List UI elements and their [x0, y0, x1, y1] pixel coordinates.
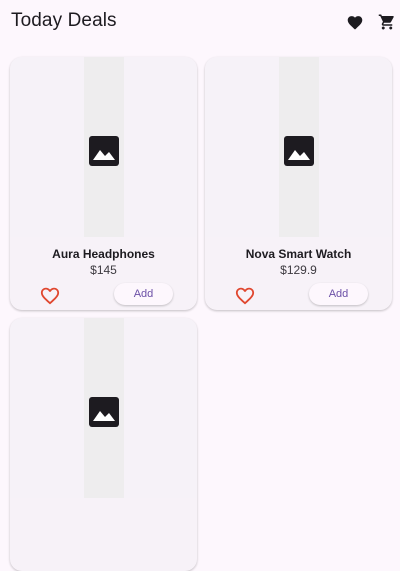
heart-outline-icon[interactable]: [234, 285, 256, 305]
page-title: Today Deals: [11, 10, 117, 31]
cart-button[interactable]: [375, 10, 399, 34]
product-card[interactable]: [10, 318, 197, 571]
product-name: Nova Smart Watch: [245, 247, 352, 261]
heart-outline-icon[interactable]: [39, 285, 61, 305]
product-image: [10, 57, 197, 237]
favorite-icon: [347, 16, 363, 30]
shopping-cart-icon: [378, 14, 394, 30]
image-placeholder-icon: [284, 136, 314, 166]
image-placeholder-icon: [89, 136, 119, 166]
image-placeholder-icon: [89, 397, 119, 427]
app-bar: Today Deals: [0, 0, 400, 44]
add-to-cart-button[interactable]: Add: [114, 283, 173, 305]
product-card[interactable]: Nova Smart Watch $129.9 Add: [205, 57, 392, 310]
product-image: [205, 57, 392, 237]
product-image: [10, 318, 197, 498]
product-name: Aura Headphones: [52, 247, 155, 261]
product-price: $145: [90, 263, 117, 277]
add-to-cart-button[interactable]: Add: [309, 283, 368, 305]
product-card[interactable]: Aura Headphones $145 Add: [10, 57, 197, 310]
product-price: $129.9: [280, 263, 317, 277]
favorites-button[interactable]: [343, 10, 367, 34]
